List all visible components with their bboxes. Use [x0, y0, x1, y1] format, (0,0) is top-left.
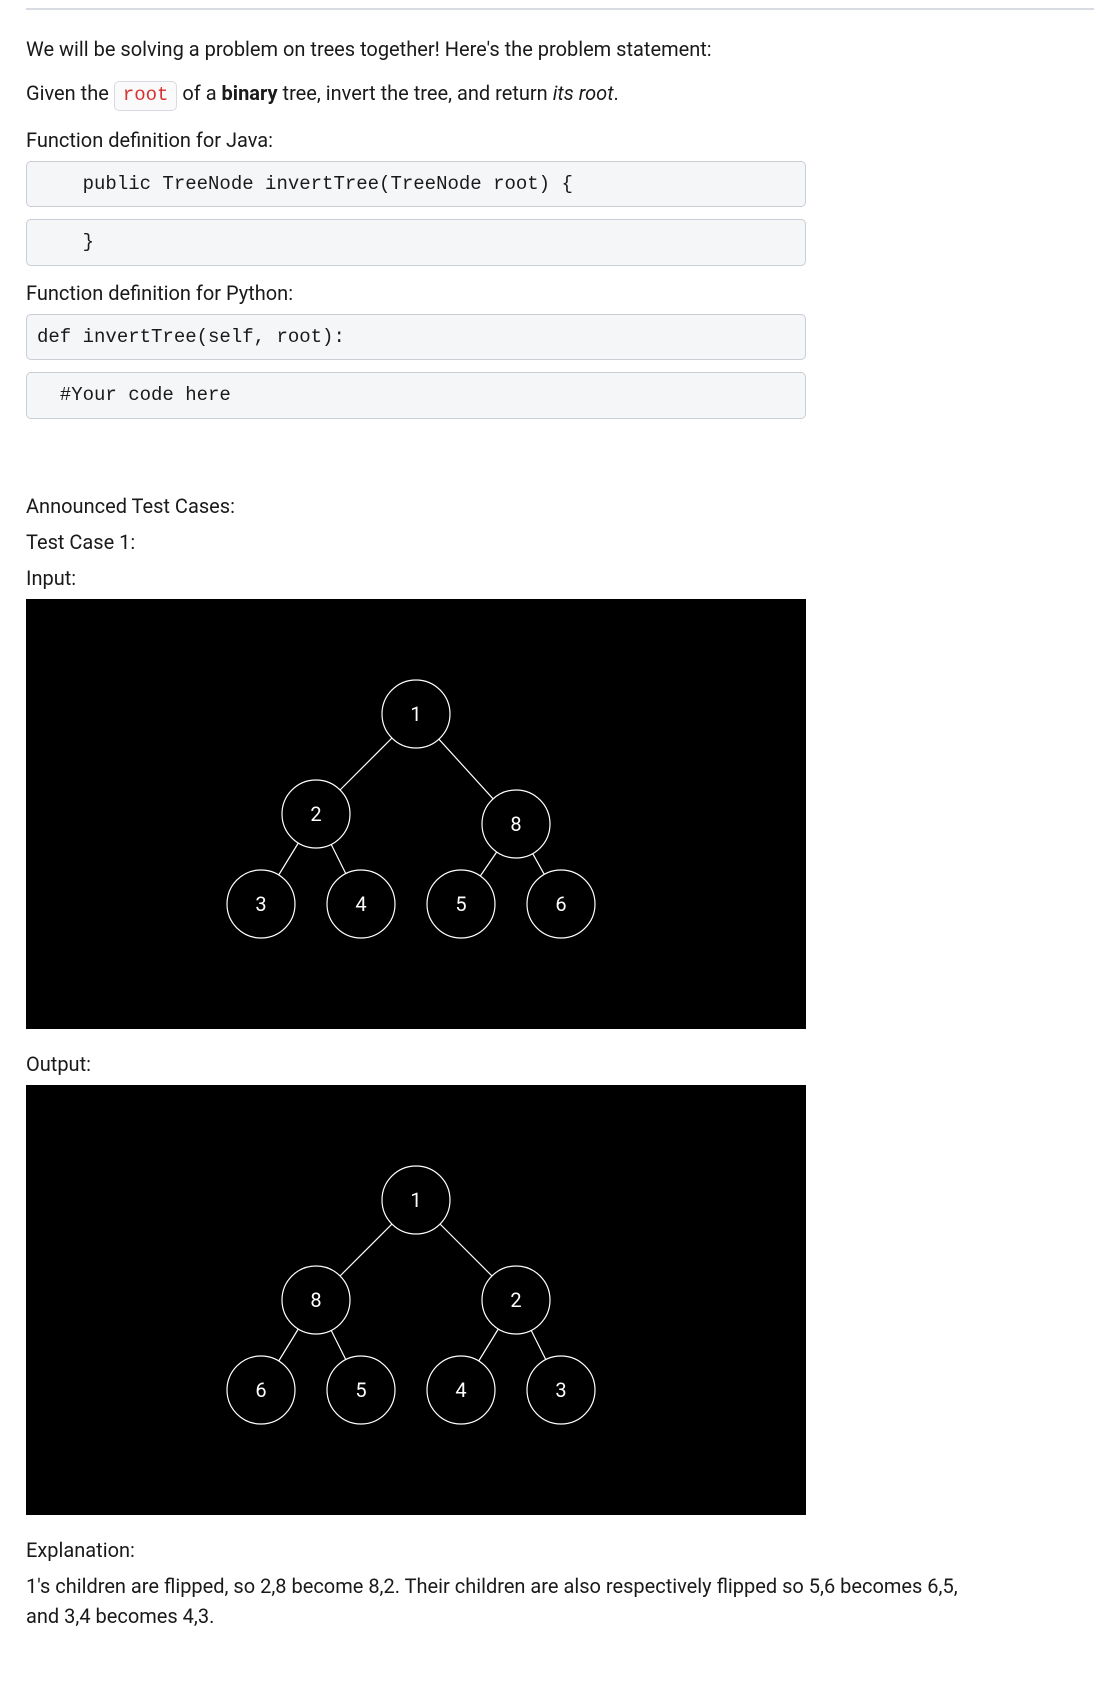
python-code-block-line1: def invertTree(self, root):	[26, 314, 806, 361]
given-bold: binary	[222, 81, 278, 105]
tree-node-label: 6	[255, 1378, 266, 1402]
tree-edge	[440, 1224, 492, 1276]
java-code-block-line1: public TreeNode invertTree(TreeNode root…	[26, 161, 806, 208]
tree-edge	[479, 1329, 499, 1361]
given-mid: of a	[177, 81, 221, 105]
tree-node-label: 4	[355, 892, 366, 916]
tree-node-label: 4	[455, 1378, 466, 1402]
tree-node-label: 1	[410, 1188, 421, 1212]
tree-node-label: 1	[410, 702, 421, 726]
java-definition-label: Function definition for Java:	[26, 125, 1094, 155]
spacer	[26, 431, 1094, 491]
python-code-block-line2: #Your code here	[26, 372, 806, 419]
tree-svg-input: 1 2 8 3 4 5 6	[26, 599, 806, 1029]
java-code-block-line2: }	[26, 219, 806, 266]
problem-statement: Given the root of a binary tree, invert …	[26, 78, 1094, 111]
tree-edge	[533, 853, 545, 874]
tree-edge	[340, 738, 392, 790]
tree-edge	[331, 1330, 346, 1359]
tree-node-label: 3	[555, 1378, 566, 1402]
tree-node-label: 6	[555, 892, 566, 916]
top-divider	[26, 8, 1094, 10]
tree-node-label: 5	[355, 1378, 366, 1402]
tree-edge	[480, 852, 496, 876]
intro-paragraph: We will be solving a problem on trees to…	[26, 34, 1094, 64]
explanation-label: Explanation:	[26, 1535, 1094, 1565]
tree-node-label: 2	[310, 802, 321, 826]
output-label: Output:	[26, 1049, 1094, 1079]
tree-edge	[531, 1330, 546, 1359]
tree-node-label: 2	[510, 1288, 521, 1312]
tree-node-label: 8	[510, 812, 521, 836]
tree-node-label: 3	[255, 892, 266, 916]
tree-edge	[279, 843, 299, 875]
tree-edge	[331, 844, 346, 873]
python-definition-label: Function definition for Python:	[26, 278, 1094, 308]
test-case-1-label: Test Case 1:	[26, 527, 1094, 557]
tree-edge	[279, 1329, 299, 1361]
input-tree-diagram: 1 2 8 3 4 5 6	[26, 599, 806, 1029]
given-suffix: .	[614, 81, 619, 105]
inline-code-root: root	[114, 81, 178, 111]
document-page: We will be solving a problem on trees to…	[0, 8, 1120, 1685]
output-tree-diagram: 1 8 2 6 5 4 3	[26, 1085, 806, 1515]
given-italic: its root	[553, 81, 614, 105]
announced-test-cases-label: Announced Test Cases:	[26, 491, 1094, 521]
tree-edge	[439, 739, 493, 799]
tree-node-label: 5	[455, 892, 466, 916]
tree-svg-output: 1 8 2 6 5 4 3	[26, 1085, 806, 1515]
given-prefix: Given the	[26, 81, 114, 105]
given-after-bold: tree, invert the tree, and return	[278, 81, 553, 105]
explanation-text: 1's children are flipped, so 2,8 become …	[26, 1571, 986, 1631]
tree-edge	[340, 1224, 392, 1276]
tree-node-label: 8	[310, 1288, 321, 1312]
input-label: Input:	[26, 563, 1094, 593]
